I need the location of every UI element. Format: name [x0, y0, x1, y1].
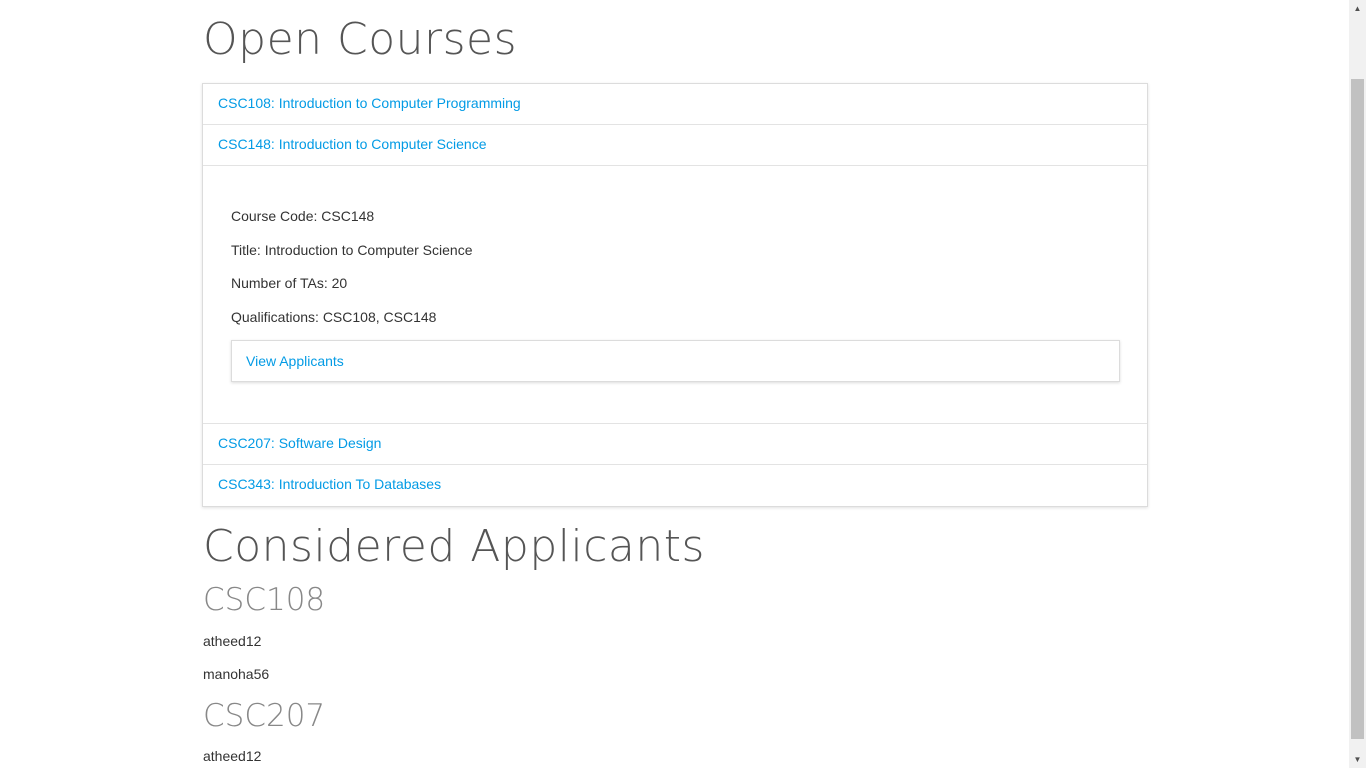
page: Open Courses CSC108: Introduction to Com… — [0, 0, 1349, 768]
applicant-name: atheed12 — [203, 748, 262, 764]
view-applicants-label[interactable]: View Applicants — [246, 353, 344, 369]
view-applicants-header[interactable]: View Applicants — [231, 340, 1120, 382]
considered-course-heading: CSC108 — [203, 582, 326, 618]
considered-applicants-heading: Considered Applicants — [203, 521, 705, 572]
course-header-csc148[interactable]: CSC148: Introduction to Computer Science — [203, 125, 1147, 166]
open-courses-heading: Open Courses — [203, 14, 518, 65]
course-label[interactable]: CSC343: Introduction To Databases — [218, 476, 441, 492]
scrollbar-thumb[interactable] — [1351, 79, 1364, 739]
courses-accordion: CSC108: Introduction to Computer Program… — [202, 83, 1148, 507]
course-label[interactable]: CSC108: Introduction to Computer Program… — [218, 95, 521, 111]
course-details-panel: Course Code: CSC148 Title: Introduction … — [203, 166, 1147, 424]
course-code-text: Course Code: CSC148 — [231, 208, 375, 224]
down-arrow-icon[interactable]: ▼ — [1349, 751, 1366, 768]
considered-course-heading: CSC207 — [203, 698, 326, 734]
qualifications-text: Qualifications: CSC108, CSC148 — [231, 309, 437, 325]
vertical-scrollbar[interactable]: ▲ ▼ — [1349, 0, 1366, 768]
course-header-csc108[interactable]: CSC108: Introduction to Computer Program… — [203, 84, 1147, 125]
num-tas-text: Number of TAs: 20 — [231, 275, 348, 291]
course-header-csc343[interactable]: CSC343: Introduction To Databases — [203, 465, 1147, 505]
course-label[interactable]: CSC148: Introduction to Computer Science — [218, 136, 486, 152]
applicant-name: manoha56 — [203, 666, 270, 682]
course-title-text: Title: Introduction to Computer Science — [231, 242, 473, 258]
applicant-name: atheed12 — [203, 633, 262, 649]
course-label[interactable]: CSC207: Software Design — [218, 435, 381, 451]
up-arrow-icon[interactable]: ▲ — [1349, 0, 1366, 17]
course-header-csc207[interactable]: CSC207: Software Design — [203, 424, 1147, 465]
